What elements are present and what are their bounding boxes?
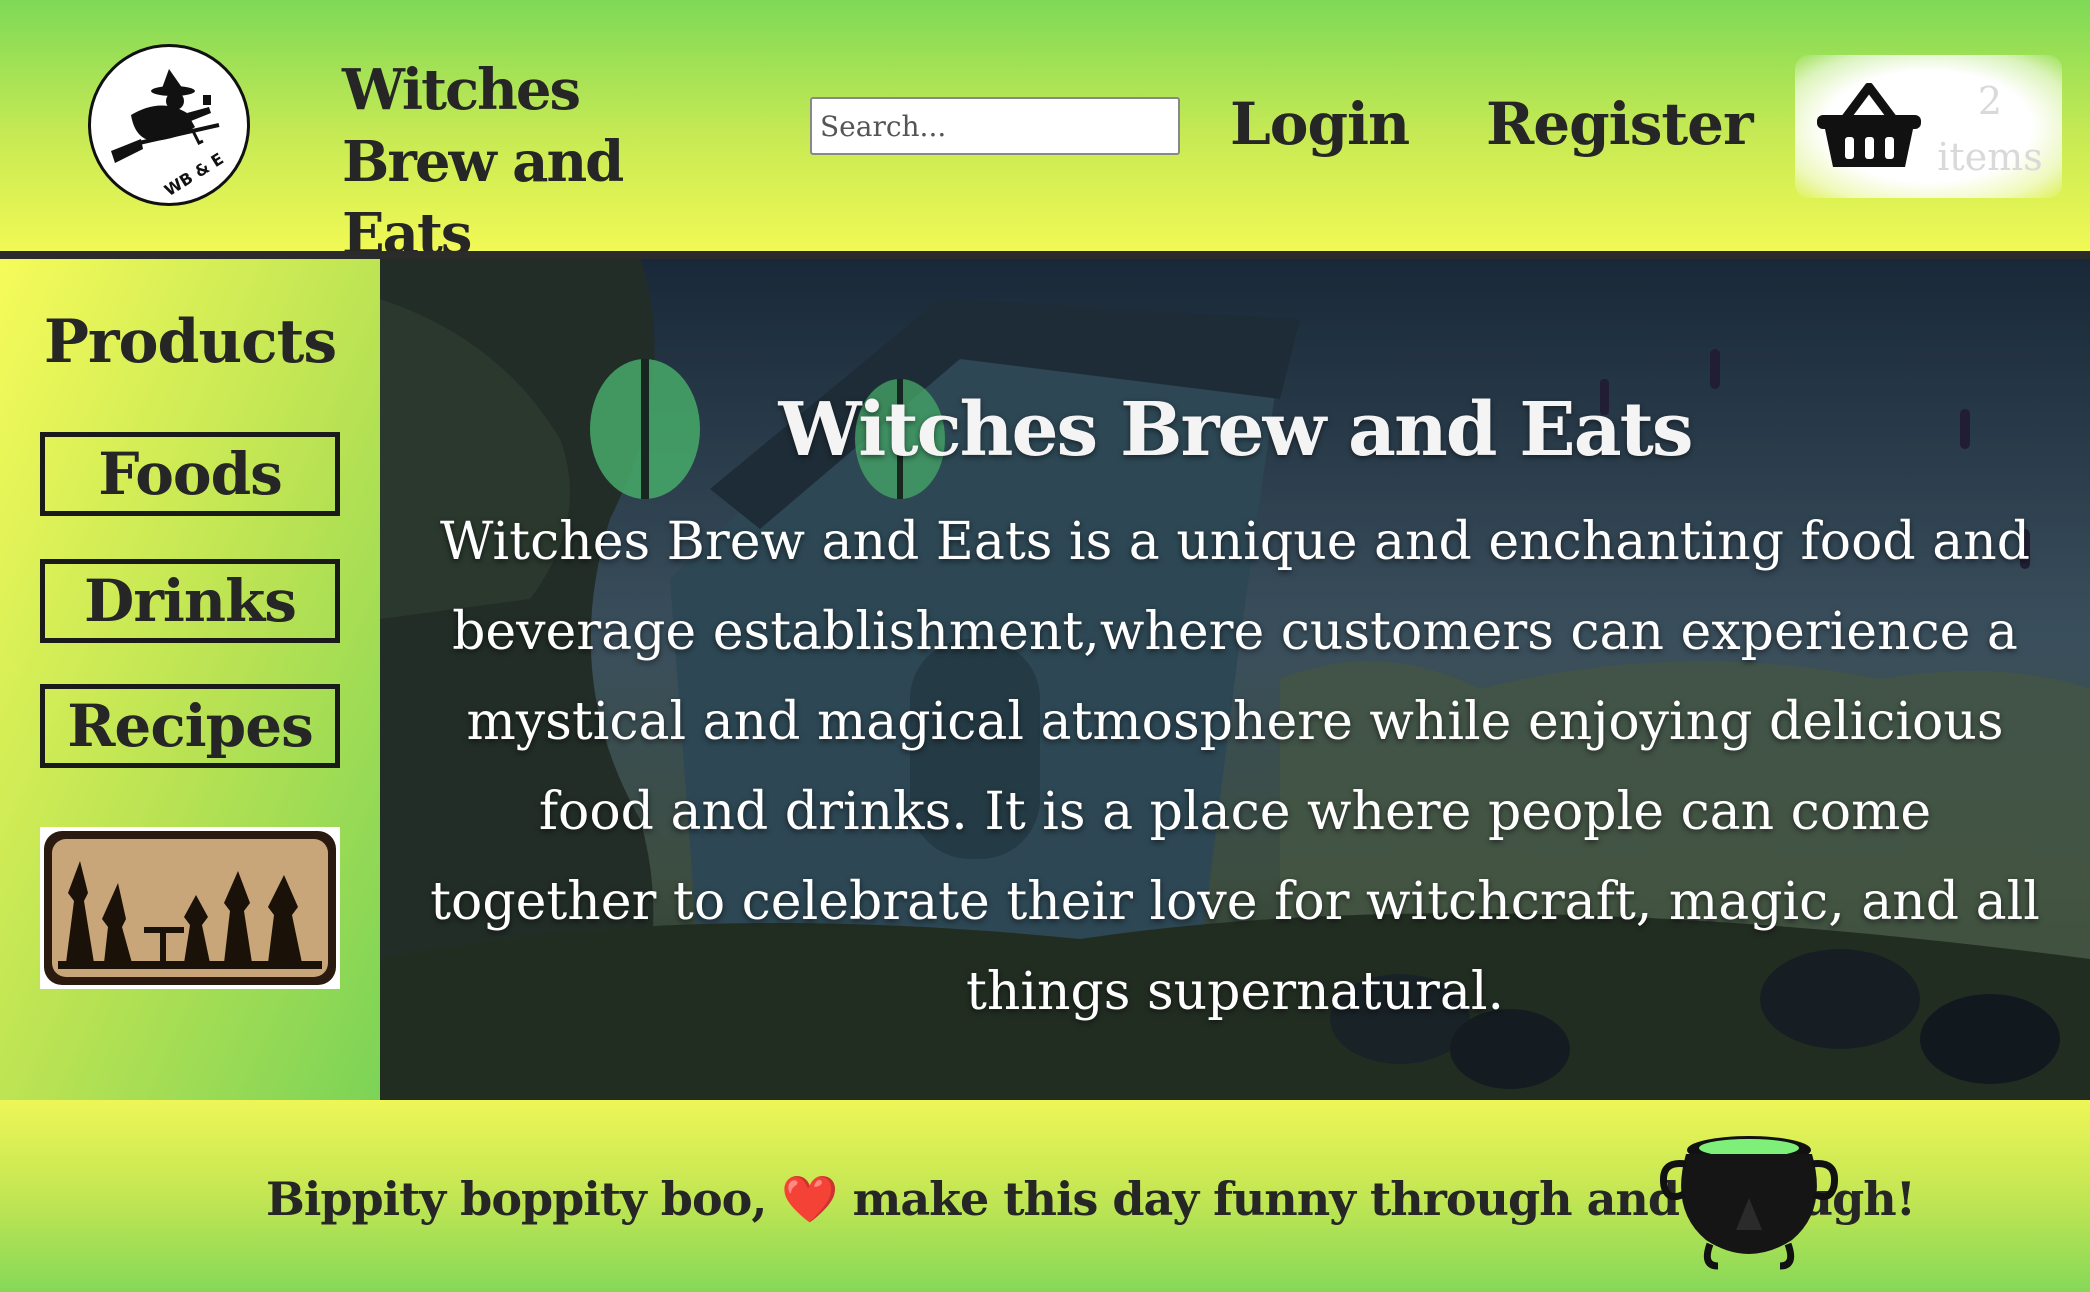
cart-button[interactable]: 2 items <box>1795 55 2062 198</box>
basket-icon <box>1817 83 1921 167</box>
witches-tea-party-image <box>40 827 340 989</box>
cauldron-icon <box>1659 1136 1839 1270</box>
sidebar-title: Products <box>43 307 337 377</box>
sidebar-item-foods[interactable]: Foods <box>40 432 340 516</box>
site-title[interactable]: Witches Brew and Eats <box>342 54 742 270</box>
register-link[interactable]: Register <box>1486 90 1754 158</box>
site-footer: Bippity boppity boo, ❤️ make this day fu… <box>0 1100 2090 1292</box>
sidebar-item-drinks[interactable]: Drinks <box>40 559 340 643</box>
site-header: WB & E Witches Brew and Eats Login Regis… <box>0 0 2090 267</box>
cart-count: 2 items <box>1930 73 2050 185</box>
hero-description: Witches Brew and Eats is a unique and en… <box>430 512 2040 1022</box>
cart-count-number: 2 <box>1977 79 2003 123</box>
login-link[interactable]: Login <box>1230 90 1410 158</box>
sidebar-item-recipes[interactable]: Recipes <box>40 684 340 768</box>
hero-title: Witches Brew and Eats <box>778 387 1694 473</box>
search-input[interactable] <box>810 97 1180 155</box>
sidebar: Products Foods Drinks Recipes <box>0 259 380 1100</box>
cart-count-unit: items <box>1937 135 2043 179</box>
footer-text-start: Bippity boppity boo, <box>266 1172 782 1226</box>
logo[interactable]: WB & E <box>88 44 250 206</box>
heart-icon: ❤️ <box>781 1172 838 1226</box>
header-divider <box>0 251 2090 259</box>
hero-section: Witches Brew and Eats Witches Brew and E… <box>380 259 2090 1100</box>
